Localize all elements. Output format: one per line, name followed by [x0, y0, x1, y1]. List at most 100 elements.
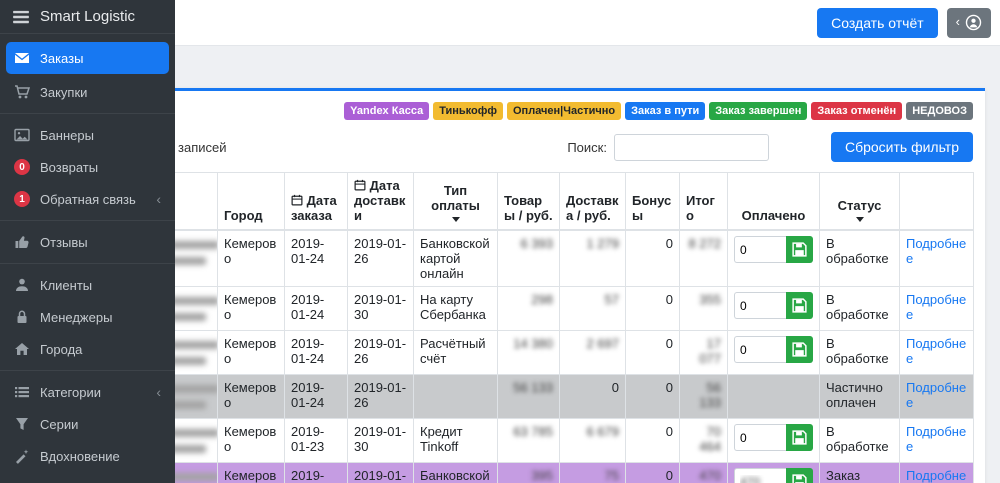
save-paid-button[interactable]	[786, 336, 813, 363]
sidebar-item-orders[interactable]: Заказы	[6, 42, 169, 74]
order-date-cell: 2019-01-24	[285, 331, 348, 375]
paid-amount-input[interactable]	[734, 424, 786, 451]
col-status[interactable]: Статус	[820, 173, 900, 231]
details-link[interactable]: Подробнее	[906, 236, 966, 266]
reset-filter-button[interactable]: Сбросить фильтр	[831, 132, 973, 162]
sidebar-item-reviews[interactable]: Отзывы	[0, 226, 175, 258]
sidebar-item-cities[interactable]: Города	[0, 333, 175, 365]
delivery-amount: 0	[612, 380, 619, 395]
paid-cell	[728, 287, 820, 331]
delivery-date-cell: 2019-01-26	[348, 463, 414, 483]
hamburger-icon[interactable]	[12, 8, 30, 26]
col-delivery-cost[interactable]: Доставка / руб.	[560, 173, 626, 231]
sidebar-item-purchases[interactable]: Закупки	[0, 76, 175, 108]
sidebar-item-feedback[interactable]: 1 Обратная связь ‹	[0, 183, 175, 215]
envelope-icon	[14, 50, 30, 66]
calendar-icon	[291, 194, 303, 206]
goods-amount: 395	[531, 468, 553, 483]
col-payment-type[interactable]: Тип оплаты	[414, 173, 498, 231]
paid-cell	[728, 331, 820, 375]
status-cell: В обработке	[820, 331, 900, 375]
col-delivery-date[interactable]: Дата доставки	[348, 173, 414, 231]
nav-divider	[0, 113, 175, 114]
total-amount: 17 077	[699, 336, 721, 366]
legend-badge: Заказ отменён	[811, 102, 902, 120]
legend-badge: Тинькофф	[433, 102, 503, 120]
col-paid[interactable]: Оплачено	[728, 173, 820, 231]
city-cell: Кемерово	[218, 287, 285, 331]
delivery-amount: 6 679	[586, 424, 619, 439]
paid-cell	[728, 375, 820, 419]
sidebar-item-returns[interactable]: 0 Возвраты	[0, 151, 175, 183]
col-details	[900, 173, 974, 231]
bonus-amount: 0	[666, 424, 673, 439]
legend-badge: Заказ в пути	[625, 102, 705, 120]
sidebar-item-clients[interactable]: Клиенты	[0, 269, 175, 301]
sidebar-item-series[interactable]: Серии	[0, 408, 175, 440]
wand-icon	[14, 448, 30, 464]
col-order-date[interactable]: Дата заказа	[285, 173, 348, 231]
save-paid-button[interactable]	[786, 468, 813, 483]
thumbs-up-icon	[14, 234, 30, 250]
col-bonuses[interactable]: Бонусы	[626, 173, 680, 231]
sidebar-item-inspiration[interactable]: Вдохновение	[0, 440, 175, 472]
user-menu-button[interactable]: ‹	[947, 8, 991, 38]
sort-caret-icon	[856, 217, 864, 222]
paid-amount-input[interactable]	[734, 336, 786, 363]
save-paid-button[interactable]	[786, 424, 813, 451]
delivery-date-cell: 2019-01-26	[348, 375, 414, 419]
sidebar-item-banners[interactable]: Баннеры	[0, 119, 175, 151]
paid-amount-input[interactable]	[734, 236, 786, 263]
bonus-amount: 0	[666, 236, 673, 251]
col-goods[interactable]: Товары / руб.	[498, 173, 560, 231]
user-icon	[14, 277, 30, 293]
details-link[interactable]: Подробнее	[906, 292, 966, 322]
home-icon	[14, 341, 30, 357]
save-paid-button[interactable]	[786, 292, 813, 319]
payment-type-cell: Банковской картой онлайн	[414, 463, 498, 483]
details-link[interactable]: Подробнее	[906, 424, 966, 454]
payment-type-cell: Кредит Tinkoff	[414, 419, 498, 463]
bonus-amount: 0	[666, 468, 673, 483]
nav-divider	[0, 370, 175, 371]
total-amount: 70 464	[699, 424, 721, 454]
brand[interactable]: Smart Logistic	[0, 0, 175, 34]
count-badge: 1	[14, 191, 30, 207]
sidebar-nav: Заказы Закупки Баннеры 0 Возвраты 1 Обра…	[0, 34, 175, 472]
save-paid-button[interactable]	[786, 236, 813, 263]
order-date-cell: 2019-01-24	[285, 375, 348, 419]
sort-caret-icon	[452, 217, 460, 222]
paid-amount-input[interactable]	[734, 468, 786, 483]
search-input[interactable]	[614, 134, 769, 161]
create-report-button[interactable]: Создать отчёт	[817, 8, 937, 38]
sidebar: Smart Logistic Заказы Закупки Баннеры 0 …	[0, 0, 175, 483]
funnel-icon	[14, 416, 30, 432]
details-link[interactable]: Подробнее	[906, 380, 966, 410]
brand-title: Smart Logistic	[40, 8, 135, 25]
delivery-date-cell: 2019-01-26	[348, 331, 414, 375]
cart-icon	[14, 84, 30, 100]
sidebar-item-managers[interactable]: Менеджеры	[0, 301, 175, 333]
delivery-date-cell: 2019-01-26	[348, 230, 414, 287]
paid-amount-input[interactable]	[734, 292, 786, 319]
delivery-amount: 57	[605, 292, 619, 307]
total-amount: 355	[699, 292, 721, 307]
legend-badge: Оплачен|Частично	[507, 102, 621, 120]
sidebar-item-categories[interactable]: Категории ‹	[0, 376, 175, 408]
status-cell: В обработке	[820, 230, 900, 287]
details-link[interactable]: Подробнее	[906, 468, 966, 483]
delivery-date-cell: 2019-01-30	[348, 287, 414, 331]
col-total[interactable]: Итого	[680, 173, 728, 231]
city-cell: Кемерово	[218, 463, 285, 483]
goods-amount: 14 380	[513, 336, 553, 351]
chevron-left-icon: ‹	[156, 192, 161, 206]
total-amount: 56 133	[699, 380, 721, 410]
count-badge: 0	[14, 159, 30, 175]
total-amount: 8 272	[688, 236, 721, 251]
details-link[interactable]: Подробнее	[906, 336, 966, 366]
city-cell: Кемерово	[218, 230, 285, 287]
col-city[interactable]: Город	[218, 173, 285, 231]
person-circle-icon	[965, 14, 982, 31]
chevron-left-icon: ‹	[956, 15, 960, 28]
status-cell: Заказ оплачен	[820, 463, 900, 483]
